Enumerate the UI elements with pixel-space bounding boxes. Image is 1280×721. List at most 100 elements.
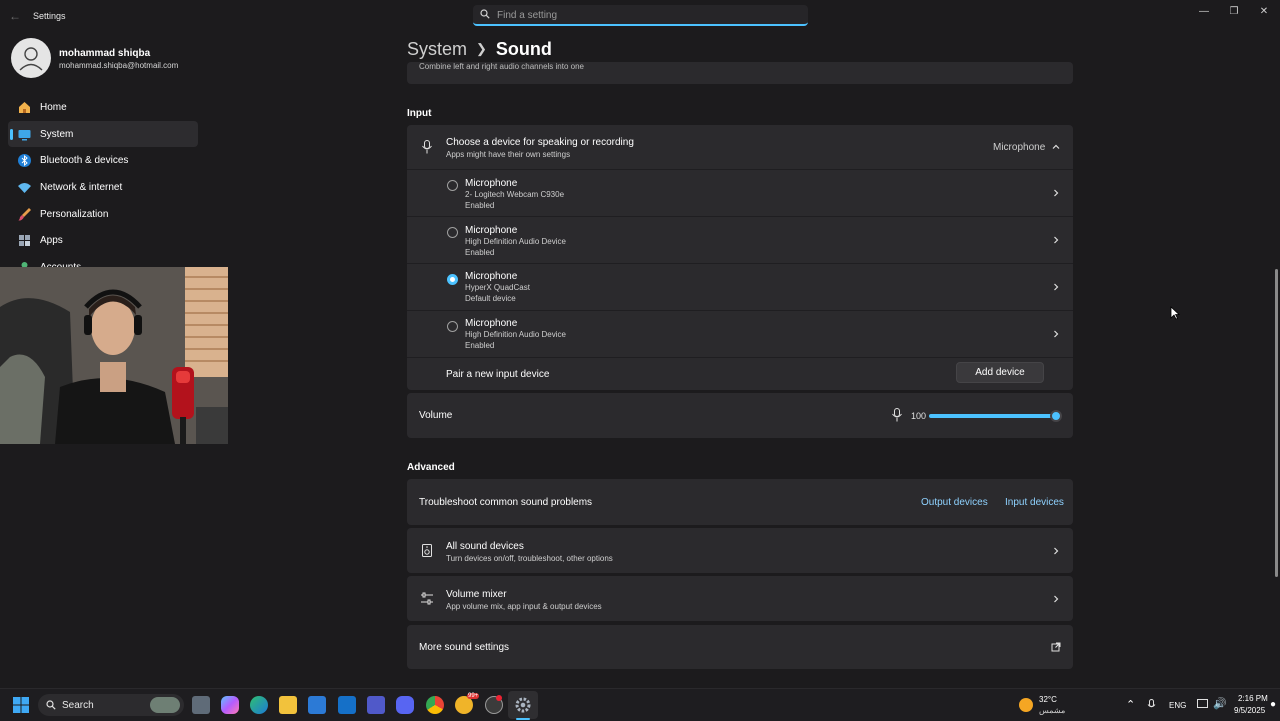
sidebar-item-personalization[interactable]: Personalization [8, 201, 198, 228]
close-icon[interactable]: ✕ [1249, 4, 1279, 20]
breadcrumb-chevron-icon: ❯ [476, 41, 487, 56]
windows-start-icon[interactable] [12, 696, 30, 714]
mixer-sliders-icon [421, 592, 433, 605]
sidebar-item-system[interactable]: System [8, 120, 198, 148]
settings-search-box[interactable] [473, 5, 808, 26]
input-devices-link[interactable]: Input devices [1005, 497, 1064, 508]
microphone-mute-toggle-icon[interactable] [891, 408, 903, 422]
minimize-icon[interactable]: — [1189, 4, 1219, 20]
sidebar-item-label: Apps [40, 235, 63, 247]
chrome-icon[interactable] [426, 696, 444, 714]
page-title: Sound [495, 39, 552, 59]
restore-icon[interactable]: ❐ [1219, 4, 1249, 20]
taskbar-search[interactable]: Search [38, 694, 184, 716]
search-icon [480, 9, 490, 19]
settings-gear-icon[interactable] [514, 696, 532, 714]
teams-icon[interactable] [367, 696, 385, 714]
page-scrollbar[interactable] [1275, 269, 1278, 577]
user-email: mohammad.shiqba@hotmail.com [59, 61, 179, 70]
device-status: Enabled [465, 248, 495, 257]
sidebar-item-label: Personalization [40, 208, 109, 220]
notification-badge: 99+ [467, 693, 480, 699]
clock-date[interactable]: 9/5/2025 [1234, 706, 1265, 715]
advanced-section-title: Advanced [407, 462, 455, 473]
device-radio[interactable] [447, 180, 458, 191]
clock-time[interactable]: 2:16 PM [1238, 694, 1268, 703]
all-sound-devices-title: All sound devices [446, 541, 524, 552]
file-explorer-icon[interactable] [279, 696, 297, 714]
device-radio[interactable] [447, 227, 458, 238]
discord-icon[interactable] [396, 696, 414, 714]
sidebar-item-apps[interactable]: Apps [8, 227, 198, 254]
add-device-button[interactable]: Add device [956, 362, 1044, 383]
edge-browser-icon[interactable] [250, 696, 268, 714]
device-model: 2- Logitech Webcam C930e [465, 190, 565, 199]
open-external-icon[interactable] [1051, 642, 1061, 652]
language-indicator[interactable]: ENG [1169, 701, 1186, 710]
volume-slider-thumb[interactable] [1050, 410, 1062, 422]
microsoft-store-icon[interactable] [308, 696, 326, 714]
output-devices-link[interactable]: Output devices [921, 497, 988, 508]
webcam-overlay [0, 267, 228, 444]
microphone-in-use-icon[interactable] [1147, 699, 1156, 711]
copilot-icon[interactable] [221, 696, 239, 714]
apps-icon [19, 235, 30, 247]
wifi-icon [18, 183, 31, 194]
app-title: Settings [33, 11, 66, 21]
input-section-title: Input [407, 108, 432, 119]
speaker-volume-icon[interactable]: 🔊 [1213, 697, 1227, 710]
all-sound-devices-row[interactable]: All sound devices Turn devices on/off, t… [407, 528, 1073, 573]
device-radio-selected[interactable] [447, 274, 458, 285]
show-hidden-icons-chevron-icon[interactable]: ⌃ [1126, 698, 1135, 711]
chevron-right-icon[interactable] [1051, 282, 1061, 292]
mouse-cursor-icon [1170, 306, 1180, 320]
breadcrumb: System ❯ Sound [407, 39, 552, 60]
volume-mixer-subtitle: App volume mix, app input & output devic… [446, 602, 602, 611]
input-device-card: Choose a device for speaking or recordin… [407, 125, 1073, 390]
device-model: High Definition Audio Device [465, 237, 566, 246]
sidebar-item-bluetooth[interactable]: Bluetooth & devices [8, 147, 198, 174]
weather-sun-icon[interactable] [1019, 698, 1033, 712]
input-device-row-logitech[interactable]: Microphone 2- Logitech Webcam C930e Enab… [407, 170, 1073, 216]
chevron-right-icon[interactable] [1051, 188, 1061, 198]
back-arrow-icon[interactable]: ← [8, 9, 22, 23]
task-view-icon[interactable] [192, 696, 210, 714]
breadcrumb-parent-system[interactable]: System [407, 39, 467, 59]
weather-condition: مشمس [1039, 706, 1066, 715]
input-device-chooser[interactable]: Choose a device for speaking or recordin… [407, 125, 1073, 169]
mono-audio-description: Combine left and right audio channels in… [419, 62, 584, 71]
sidebar-item-label: Bluetooth & devices [40, 155, 129, 167]
device-model: HyperX QuadCast [465, 283, 530, 292]
more-sound-settings-row[interactable]: More sound settings [407, 625, 1073, 669]
device-name: Microphone [465, 271, 518, 282]
sidebar-nav: Home System Bluetooth & devices Network … [8, 94, 198, 281]
chevron-right-icon[interactable] [1051, 235, 1061, 245]
outlook-icon[interactable] [338, 696, 356, 714]
volume-mixer-row[interactable]: Volume mixer App volume mix, app input &… [407, 576, 1073, 621]
notification-bell-icon[interactable]: ● [1270, 699, 1276, 710]
volume-slider-track[interactable] [929, 414, 1056, 418]
chevron-up-icon[interactable] [1051, 142, 1061, 152]
device-model: High Definition Audio Device [465, 330, 566, 339]
chevron-right-icon[interactable] [1051, 329, 1061, 339]
pair-input-device-row: Pair a new input device Add device [407, 358, 1073, 390]
chevron-right-icon[interactable] [1051, 546, 1061, 556]
input-device-row-hyperx[interactable]: Microphone HyperX QuadCast Default devic… [407, 264, 1073, 310]
settings-search-input[interactable] [495, 7, 799, 24]
device-name: Microphone [465, 178, 518, 189]
user-name: mohammad shiqba [59, 48, 151, 59]
chevron-right-icon[interactable] [1051, 594, 1061, 604]
input-device-row-hd-audio-2[interactable]: Microphone High Definition Audio Device … [407, 311, 1073, 357]
device-status: Enabled [465, 341, 495, 350]
weather-temperature: 32°C [1039, 695, 1057, 704]
sidebar-item-network[interactable]: Network & internet [8, 174, 198, 201]
input-device-row-hd-audio-1[interactable]: Microphone High Definition Audio Device … [407, 217, 1073, 263]
avatar[interactable] [11, 38, 51, 78]
device-radio[interactable] [447, 321, 458, 332]
title-bar: ← Settings — ❐ ✕ [0, 0, 1280, 32]
device-name: Microphone [465, 318, 518, 329]
sidebar-item-home[interactable]: Home [8, 94, 198, 121]
network-monitor-icon[interactable] [1197, 699, 1208, 708]
user-silhouette-icon [19, 47, 43, 71]
sidebar-item-label: System [40, 128, 74, 140]
